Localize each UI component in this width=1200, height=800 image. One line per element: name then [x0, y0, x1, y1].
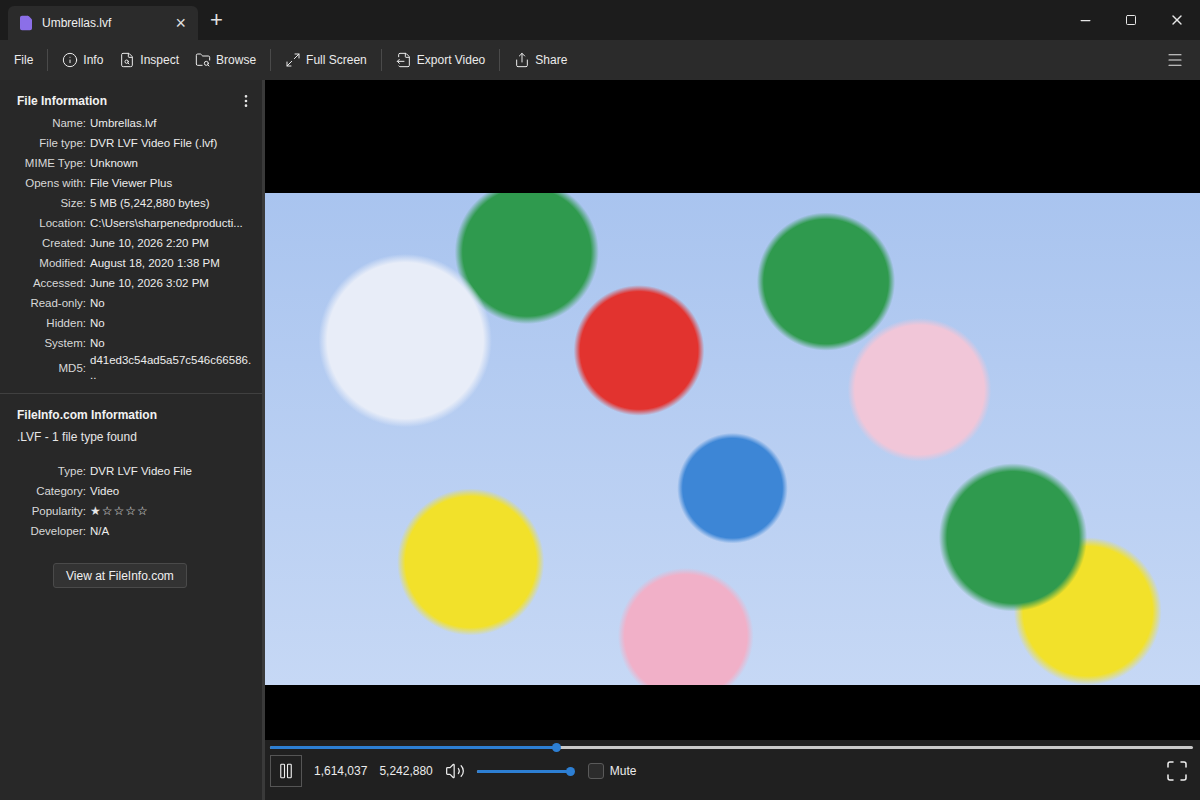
- full-screen-icon: [285, 52, 301, 68]
- toolbar-button[interactable]: Browse: [189, 48, 262, 72]
- title-bar: Umbrellas.lvf × +: [0, 0, 1200, 40]
- info-icon: [62, 52, 78, 68]
- info-row: Popularity:★☆☆☆☆: [12, 501, 254, 521]
- toolbar-group: Export Video: [390, 48, 492, 72]
- tab-close-button[interactable]: ×: [173, 14, 188, 32]
- export-video-icon: [396, 52, 412, 68]
- volume-slider-fill: [477, 770, 570, 773]
- checkbox-box[interactable]: [588, 763, 604, 779]
- video-area: [265, 80, 1200, 740]
- total-counter: 5,242,880: [379, 764, 432, 778]
- player-controls: 1,614,037 5,242,880 Mute: [265, 740, 1200, 800]
- info-row: Modified:August 18, 2020 1:38 PM: [12, 253, 254, 273]
- view-at-fileinfo-button[interactable]: View at FileInfo.com: [53, 563, 187, 588]
- popularity-stars: ★☆☆☆☆: [90, 504, 254, 519]
- video-player: 1,614,037 5,242,880 Mute: [265, 80, 1200, 800]
- minimize-button[interactable]: [1062, 0, 1108, 40]
- file-tab[interactable]: Umbrellas.lvf ×: [8, 6, 198, 40]
- fileinfo-com-section: FileInfo.com Information .LVF - 1 file ty…: [0, 394, 262, 598]
- toolbar-button[interactable]: Export Video: [390, 48, 492, 72]
- toolbar-separator: [270, 49, 271, 71]
- info-row: MIME Type:Unknown: [12, 153, 254, 173]
- info-row: Accessed:June 10, 2026 3:02 PM: [12, 273, 254, 293]
- more-options-icon[interactable]: [238, 93, 254, 109]
- fullscreen-icon: [1165, 759, 1189, 783]
- info-row: File type:DVR LVF Video File (.lvf): [12, 133, 254, 153]
- inspect-icon: [119, 52, 135, 68]
- maximize-icon: [1125, 14, 1137, 26]
- info-row: Opens with:File Viewer Plus: [12, 173, 254, 193]
- close-icon: [1169, 12, 1185, 28]
- close-button[interactable]: [1154, 0, 1200, 40]
- toolbar-separator: [499, 49, 500, 71]
- progress-slider-fill: [270, 746, 556, 749]
- share-icon: [514, 52, 530, 68]
- info-row: Location:C:\Users\sharpenedproducti...: [12, 213, 254, 233]
- volume-icon[interactable]: [445, 761, 465, 781]
- volume-slider[interactable]: [477, 770, 570, 773]
- file-type-count: .LVF - 1 file type found: [12, 427, 254, 447]
- tab-title: Umbrellas.lvf: [42, 16, 165, 30]
- file-information-section: File Information Name:Umbrellas.lvfFile t…: [0, 80, 262, 394]
- maximize-button[interactable]: [1108, 0, 1154, 40]
- info-row: MD5:d41ed3c54ad5a57c546c66586...: [12, 353, 254, 383]
- toolbar-group: InfoInspectBrowse: [56, 48, 262, 72]
- info-row: Hidden:No: [12, 313, 254, 333]
- progress-slider[interactable]: [270, 746, 1193, 749]
- file-icon: [18, 15, 34, 31]
- info-row: Created:June 10, 2026 2:20 PM: [12, 233, 254, 253]
- app-window: Umbrellas.lvf × + File InfoInspectBrowse Full…: [0, 0, 1200, 800]
- info-row: Category:Video: [12, 481, 254, 501]
- info-row: Developer:N/A: [12, 521, 254, 541]
- toolbar-group: Full Screen: [279, 48, 373, 72]
- play-pause-button[interactable]: [270, 755, 302, 787]
- minimize-icon: [1078, 13, 1093, 28]
- new-tab-button[interactable]: +: [208, 9, 225, 31]
- mute-checkbox[interactable]: Mute: [588, 763, 637, 779]
- info-row: Name:Umbrellas.lvf: [12, 113, 254, 133]
- toolbar-group: Share: [508, 48, 573, 72]
- info-row: Type:DVR LVF Video File: [12, 461, 254, 481]
- pause-icon: [277, 762, 295, 780]
- volume-slider-thumb[interactable]: [566, 767, 575, 776]
- info-sidebar: File Information Name:Umbrellas.lvfFile t…: [0, 80, 262, 800]
- progress-slider-thumb[interactable]: [552, 743, 561, 752]
- toolbar-separator: [47, 49, 48, 71]
- info-row: System:No: [12, 333, 254, 353]
- position-counter: 1,614,037: [314, 764, 367, 778]
- menu-button[interactable]: [1158, 47, 1192, 73]
- toolbar: File InfoInspectBrowse Full Screen Export V…: [0, 40, 1200, 80]
- section-title: FileInfo.com Information: [17, 408, 157, 422]
- fullscreen-button[interactable]: [1165, 759, 1193, 783]
- info-row: Size:5 MB (5,242,880 bytes): [12, 193, 254, 213]
- toolbar-button[interactable]: File: [8, 49, 39, 71]
- toolbar-button[interactable]: Full Screen: [279, 48, 373, 72]
- info-row: Read-only:No: [12, 293, 254, 313]
- browse-folder-icon: [195, 52, 211, 68]
- section-title: File Information: [17, 94, 107, 108]
- toolbar-button[interactable]: Info: [56, 48, 109, 72]
- toolbar-group: File: [8, 49, 39, 71]
- window-controls: [1062, 0, 1200, 40]
- toolbar-separator: [381, 49, 382, 71]
- toolbar-button[interactable]: Share: [508, 48, 573, 72]
- hamburger-icon: [1166, 51, 1184, 69]
- toolbar-button[interactable]: Inspect: [113, 48, 185, 72]
- video-frame: [265, 193, 1200, 685]
